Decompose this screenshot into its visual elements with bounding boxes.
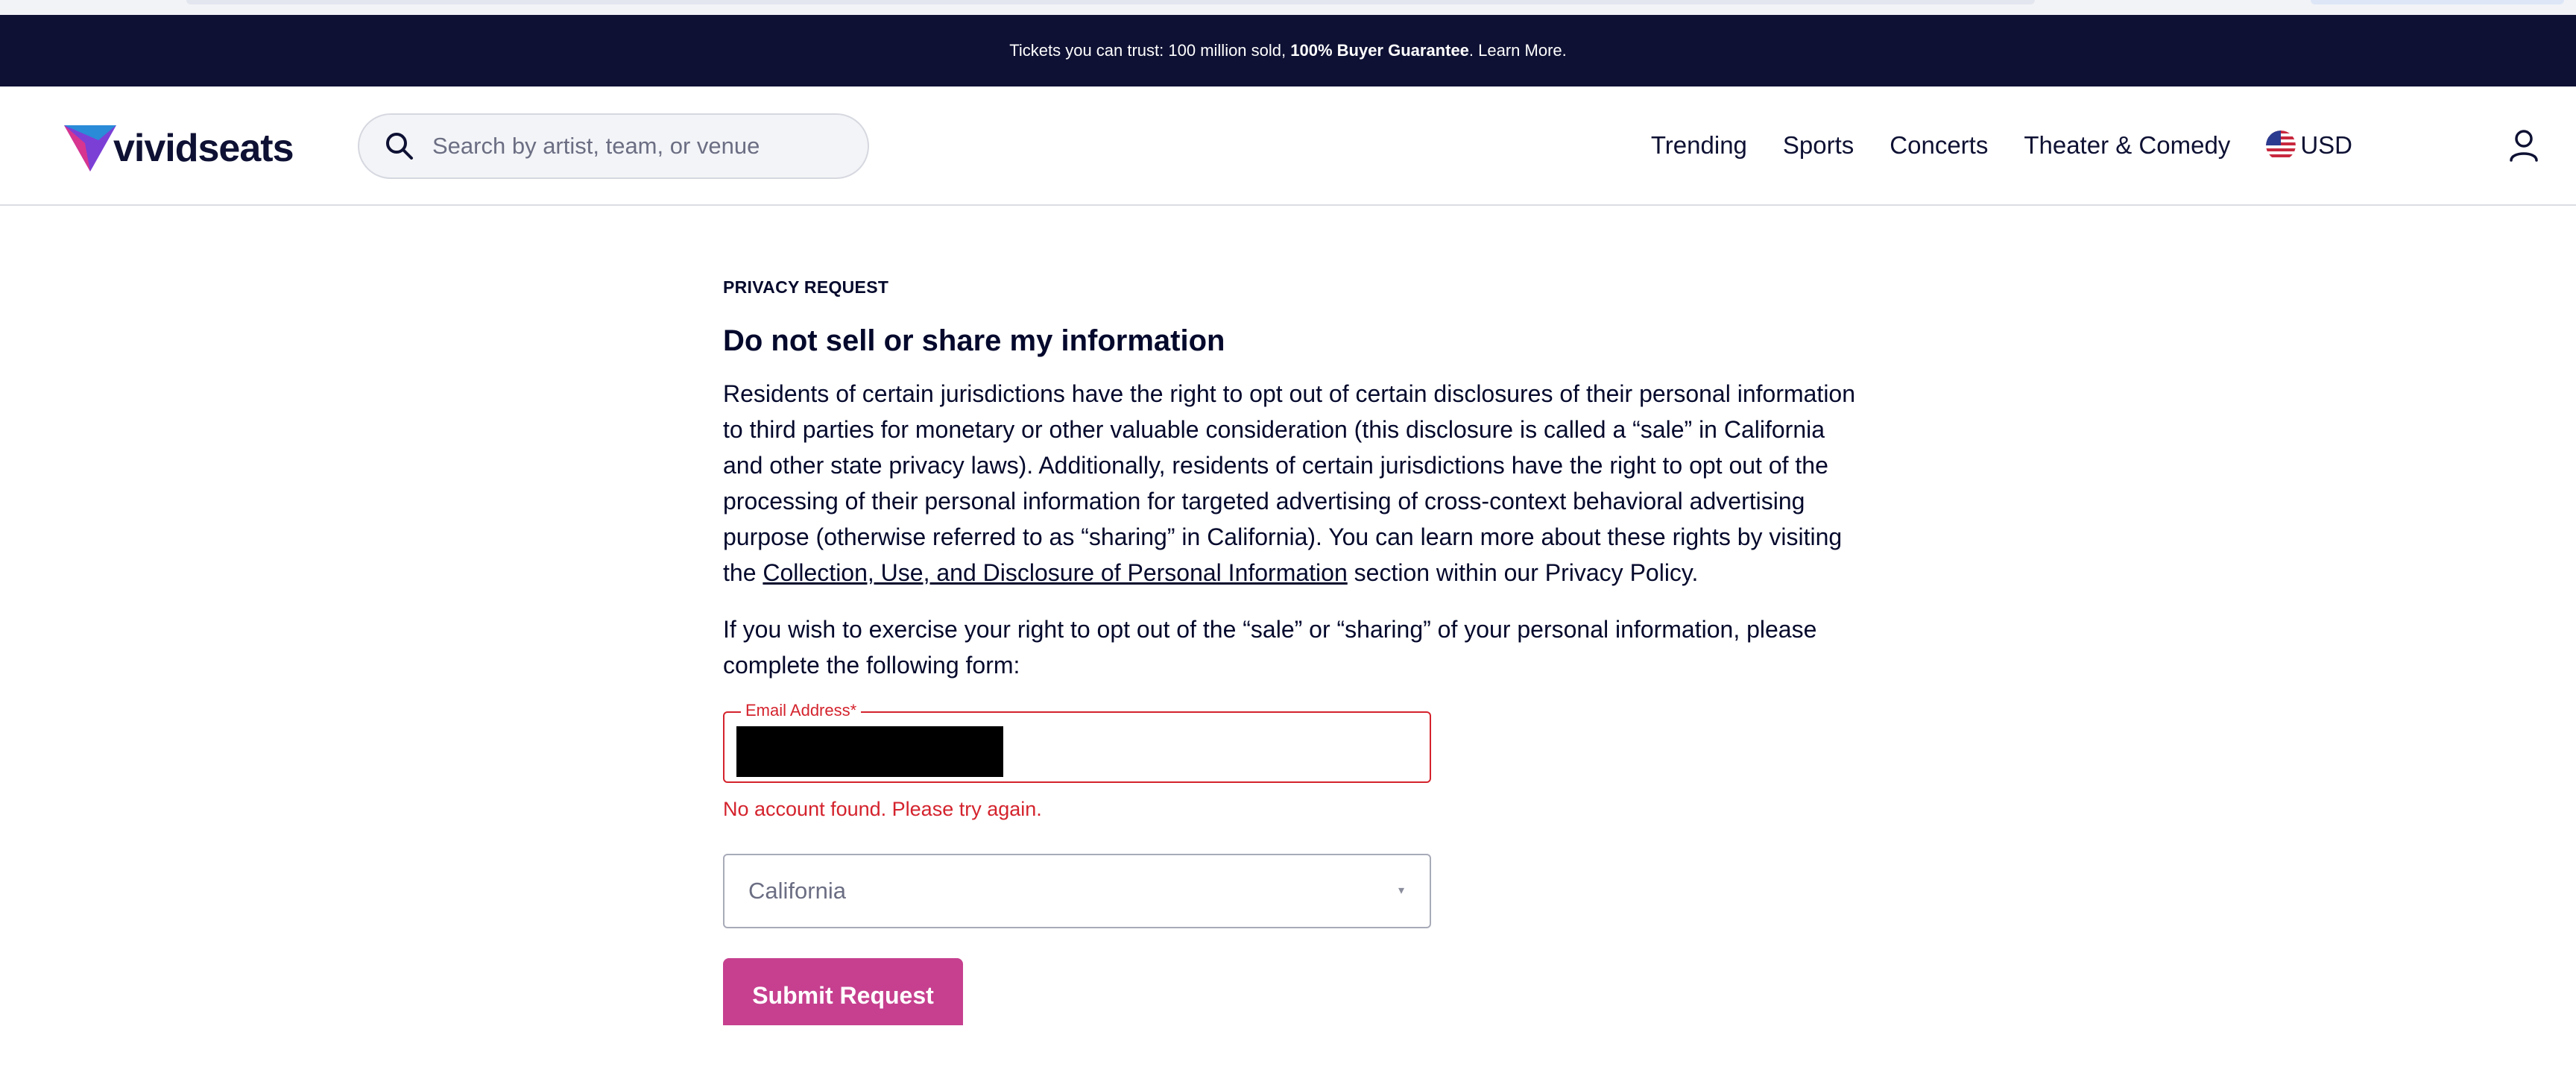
intro-paragraph: Residents of certain jurisdictions have … [723,376,1856,591]
nav-sports[interactable]: Sports [1783,131,1854,160]
logo-text: vividseats [113,127,294,170]
announcement-prefix: Tickets you can trust: 100 million sold, [1009,41,1291,60]
search-input[interactable]: Search by artist, team, or venue [358,113,869,179]
site-header: vividseats Search by artist, team, or ve… [0,86,2576,206]
page-title: Do not sell or share my information [723,324,1225,357]
announcement-bold: 100% Buyer Guarantee [1290,41,1469,60]
email-error-message: No account found. Please try again. [723,798,1042,820]
email-field[interactable]: Email Address* [723,701,1431,783]
collection-use-disclosure-link[interactable]: Collection, Use, and Disclosure of Perso… [763,559,1347,586]
intro-text-after: section within our Privacy Policy. [1347,559,1699,586]
chevron-down-icon: ▾ [1398,884,1405,897]
us-flag-icon [2266,130,2296,160]
announcement-bar[interactable]: Tickets you can trust: 100 million sold,… [0,15,2576,86]
email-field-label: Email Address* [741,701,862,720]
browser-address-bar[interactable] [186,0,2035,4]
main-nav: Trending Sports Concerts Theater & Comed… [1615,86,2352,204]
state-select[interactable]: California ▾ [723,854,1431,928]
user-account-icon[interactable] [2507,128,2540,163]
nav-theater-comedy[interactable]: Theater & Comedy [2024,131,2230,160]
browser-top-strip [0,0,2576,15]
currency-selector[interactable]: USD [2266,130,2352,160]
nav-concerts[interactable]: Concerts [1890,131,1988,160]
search-icon [386,133,413,160]
currency-label: USD [2300,131,2352,159]
intro-text-before: Residents of certain jurisdictions have … [723,380,1856,586]
search-placeholder: Search by artist, team, or venue [432,133,760,159]
nav-trending[interactable]: Trending [1651,131,1747,160]
eyebrow-label: PRIVACY REQUEST [723,277,889,297]
logo[interactable]: vividseats [64,125,294,171]
redacted-email-value [736,726,1003,777]
logo-mark-icon [64,125,116,171]
state-select-value: California [748,878,846,904]
announcement-suffix[interactable]: . Learn More. [1469,41,1567,60]
submit-request-button[interactable]: Submit Request [723,958,963,1025]
browser-toolbar-pill[interactable] [2311,0,2564,4]
instruction-paragraph: If you wish to exercise your right to op… [723,616,1817,679]
privacy-request-form: PRIVACY REQUEST Do not sell or share my … [723,277,1856,1025]
